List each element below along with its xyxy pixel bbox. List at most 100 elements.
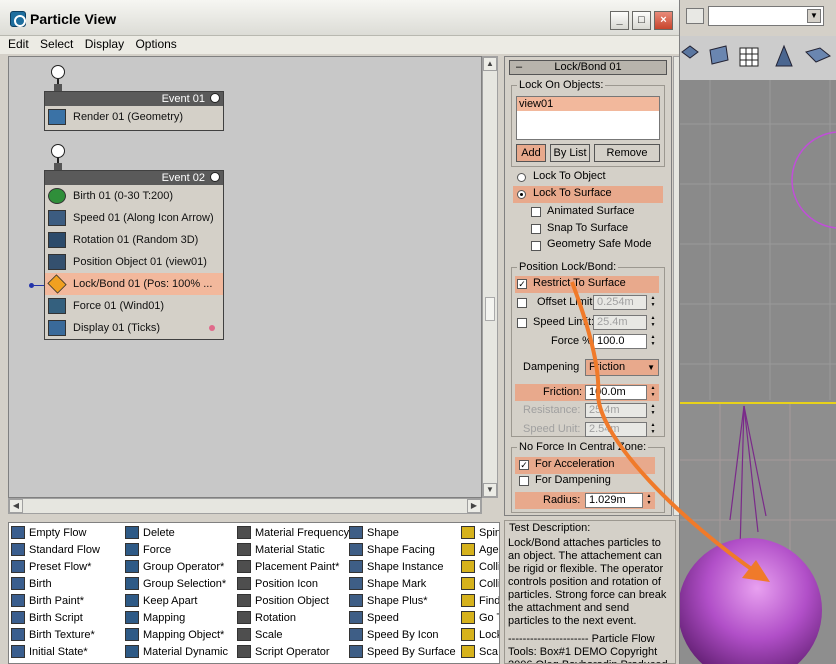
for-acceleration-label[interactable]: For Acceleration (535, 458, 614, 470)
depot-operator[interactable]: Placement Paint* (237, 559, 339, 575)
animated-surface-label[interactable]: Animated Surface (547, 205, 634, 217)
snap-to-surface-label[interactable]: Snap To Surface (547, 222, 628, 234)
rollout-collapse-icon[interactable]: – (516, 61, 522, 74)
offset-limit-spinner[interactable]: 0.254m (593, 295, 647, 310)
flow-canvas[interactable]: Event 01 Render 01 (Geometry) Event 02 B… (8, 56, 482, 498)
close-button[interactable]: × (654, 11, 673, 30)
by-list-button[interactable]: By List (550, 144, 590, 162)
toolbar-icon[interactable] (686, 8, 704, 24)
scroll-up-button[interactable]: ▲ (483, 57, 497, 71)
restrict-to-surface-label[interactable]: Restrict To Surface (533, 277, 626, 289)
depot-operator[interactable]: Birth (11, 576, 52, 592)
speed-unit-spinner-arrows[interactable]: ▲ ▼ (649, 422, 657, 437)
offset-limit-spinner-arrows[interactable]: ▲ ▼ (649, 295, 657, 310)
depot-operator[interactable]: Mapping (125, 610, 185, 626)
speed-limit-spinner[interactable]: 25.4m (593, 315, 647, 330)
depot-operator[interactable]: Speed By Surface (349, 644, 456, 660)
depot-operator[interactable]: Colli (461, 559, 499, 575)
depot-operator[interactable]: Rotation (237, 610, 296, 626)
operator-speed[interactable]: Speed 01 (Along Icon Arrow) (45, 207, 223, 229)
depot-operator[interactable]: Position Object (237, 593, 329, 609)
depot-operator[interactable]: Mapping Object* (125, 627, 224, 643)
for-acceleration-checkbox[interactable]: ✓ (519, 460, 529, 470)
depot-operator[interactable]: Material Frequency (237, 525, 349, 541)
depot-operator[interactable]: Keep Apart (125, 593, 197, 609)
depot-operator[interactable]: Birth Script (11, 610, 83, 626)
depot-operator[interactable]: Empty Flow (11, 525, 86, 541)
depot-operator[interactable]: Birth Paint* (11, 593, 84, 609)
offset-limit-checkbox[interactable] (517, 298, 527, 308)
animated-surface-checkbox[interactable] (531, 207, 541, 217)
lock-to-object-label[interactable]: Lock To Object (533, 170, 606, 182)
scroll-right-button[interactable]: ▶ (467, 499, 481, 513)
operator-birth[interactable]: Birth 01 (0-30 T:200) (45, 185, 223, 207)
title-bar[interactable]: Particle View _ □ × (0, 0, 679, 36)
depot-operator[interactable]: Shape (349, 525, 399, 541)
friction-spinner-arrows[interactable]: ▲ ▼ (649, 385, 657, 400)
depot-operator[interactable]: Initial State* (11, 644, 88, 660)
resistance-spinner[interactable]: 25.4m (585, 403, 647, 418)
for-dampening-label[interactable]: For Dampening (535, 474, 611, 486)
object-list[interactable]: view01 (516, 96, 660, 140)
menu-select[interactable]: Select (40, 37, 73, 51)
menu-display[interactable]: Display (85, 37, 124, 51)
event-02[interactable]: Event 02 Birth 01 (0-30 T:200) Speed 01 … (44, 170, 224, 340)
depot-operator[interactable]: Spin (461, 525, 499, 541)
scroll-thumb[interactable] (485, 297, 495, 321)
depot-operator[interactable]: Shape Mark (349, 576, 426, 592)
event-02-header[interactable]: Event 02 (45, 171, 223, 185)
panel-scrollbar[interactable] (673, 56, 679, 516)
scroll-down-button[interactable]: ▼ (483, 483, 497, 497)
lock-to-surface-label[interactable]: Lock To Surface (533, 187, 612, 199)
depot-operator[interactable]: Speed (349, 610, 399, 626)
speed-limit-checkbox[interactable] (517, 318, 527, 328)
restrict-to-surface-checkbox[interactable]: ✓ (517, 279, 527, 289)
depot-operator[interactable]: Material Dynamic (125, 644, 228, 660)
remove-button[interactable]: Remove (594, 144, 660, 162)
depot-operator[interactable]: Force (125, 542, 171, 558)
depot-operator[interactable]: Lock (461, 627, 499, 643)
snap-to-surface-checkbox[interactable] (531, 224, 541, 234)
object-list-item[interactable]: view01 (517, 97, 659, 111)
menu-options[interactable]: Options (135, 37, 176, 51)
depot-operator[interactable]: Scale (237, 627, 283, 643)
depot-operator[interactable]: Speed By Icon (349, 627, 439, 643)
speed-unit-spinner[interactable]: 2.54m (585, 422, 647, 437)
light-bulb-icon[interactable] (210, 172, 220, 182)
depot-operator[interactable]: Shape Instance (349, 559, 443, 575)
depot-operator[interactable]: Position Icon (237, 576, 318, 592)
canvas-horizontal-scrollbar[interactable]: ◀ ▶ (8, 498, 482, 514)
depot-operator[interactable]: Find (461, 593, 499, 609)
geometry-safe-mode-label[interactable]: Geometry Safe Mode (547, 238, 652, 250)
event-01[interactable]: Event 01 Render 01 (Geometry) (44, 91, 224, 131)
operator-rotation[interactable]: Rotation 01 (Random 3D) (45, 229, 223, 251)
event-02-input-node[interactable] (51, 144, 65, 158)
depot-operator[interactable]: Colli (461, 576, 499, 592)
depot-operator[interactable]: Birth Texture* (11, 627, 95, 643)
lock-to-object-radio[interactable] (517, 173, 526, 182)
operator-lock-bond[interactable]: Lock/Bond 01 (Pos: 100% ... (45, 273, 223, 295)
depot-operator[interactable]: Age (461, 542, 499, 558)
lock-to-surface-radio[interactable] (517, 190, 526, 199)
dampening-dropdown[interactable]: Friction ▼ (585, 359, 659, 376)
maximize-button[interactable]: □ (632, 11, 651, 30)
scroll-left-button[interactable]: ◀ (9, 499, 23, 513)
menu-edit[interactable]: Edit (8, 37, 29, 51)
depot-operator[interactable]: Standard Flow (11, 542, 100, 558)
force-spinner-arrows[interactable]: ▲ ▼ (649, 334, 657, 349)
for-dampening-checkbox[interactable] (519, 476, 529, 486)
radius-spinner-arrows[interactable]: ▲ ▼ (645, 493, 653, 508)
primitive-icons[interactable] (680, 36, 836, 80)
minimize-button[interactable]: _ (610, 11, 629, 30)
viewport-scene[interactable] (680, 80, 836, 664)
operator-force[interactable]: Force 01 (Wind01) (45, 295, 223, 317)
radius-spinner[interactable]: 1.029m (585, 493, 643, 508)
force-spinner[interactable]: 100.0 (593, 334, 647, 349)
depot-operator[interactable]: Shape Facing (349, 542, 435, 558)
depot-operator[interactable]: Go T (461, 610, 499, 626)
depot-operator[interactable]: Shape Plus* (349, 593, 428, 609)
geometry-safe-mode-checkbox[interactable] (531, 241, 541, 251)
event-01-input-node[interactable] (51, 65, 65, 79)
canvas-vertical-scrollbar[interactable]: ▲ ▼ (482, 56, 498, 498)
depot-operator[interactable]: Material Static (237, 542, 325, 558)
